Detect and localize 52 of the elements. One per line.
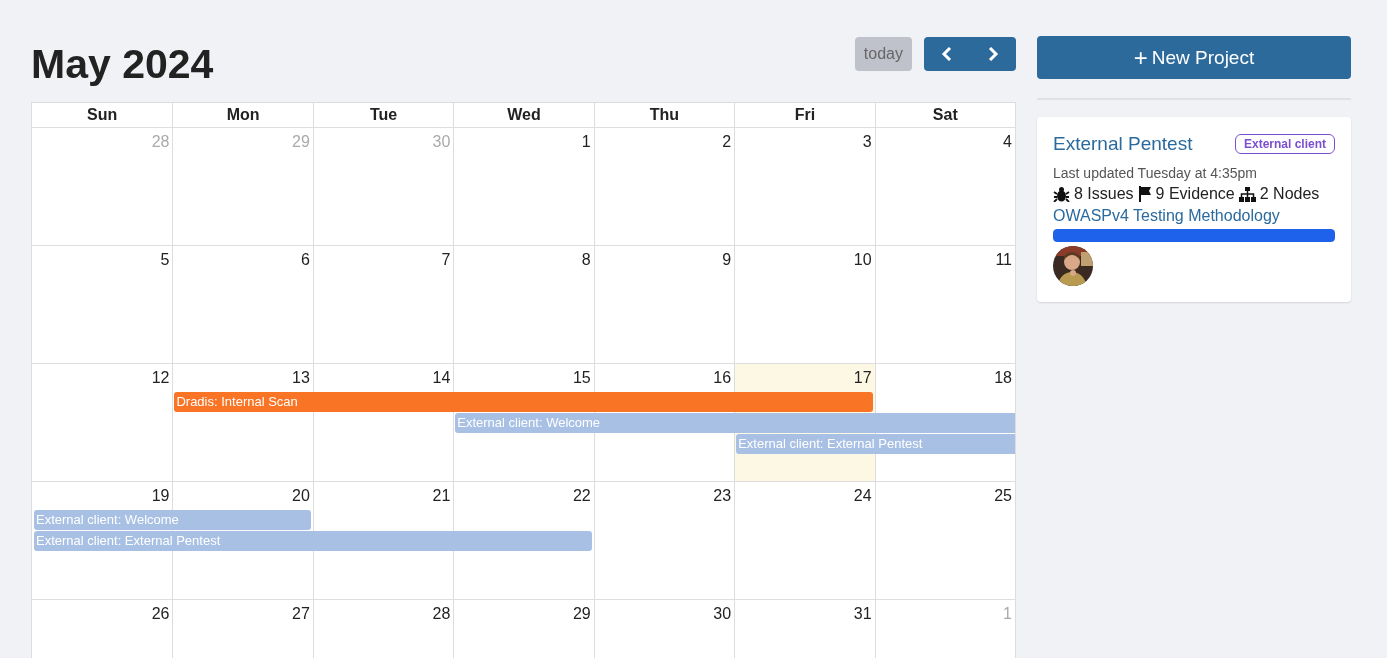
day-number[interactable]: 29 (572, 600, 594, 623)
day-number[interactable]: 7 (441, 246, 454, 269)
day-number[interactable]: 19 (151, 482, 173, 505)
day-number[interactable]: 24 (853, 482, 875, 505)
client-tag: External client (1234, 134, 1335, 154)
day-number[interactable]: 17 (853, 364, 875, 387)
evidence-count: 9 Evidence (1155, 185, 1235, 203)
weekday-header: Thu (593, 103, 735, 127)
day-number[interactable]: 18 (994, 364, 1015, 387)
day-number[interactable]: 16 (713, 364, 735, 387)
issues-count: 8 Issues (1074, 185, 1134, 203)
flag-icon (1137, 186, 1152, 202)
weekday-header: Sat (874, 103, 1015, 127)
day-number[interactable]: 30 (713, 600, 735, 623)
day-number[interactable]: 14 (432, 364, 454, 387)
nodes-count: 2 Nodes (1259, 185, 1320, 203)
project-link[interactable]: External Pentest (1053, 133, 1193, 155)
day-number[interactable]: 15 (572, 364, 594, 387)
bug-icon (1053, 186, 1070, 202)
day-number[interactable]: 20 (292, 482, 313, 505)
day-number[interactable]: 22 (572, 482, 594, 505)
weekday-header: Fri (734, 103, 875, 127)
day-number[interactable]: 5 (160, 246, 173, 269)
day-number[interactable]: 3 (862, 128, 875, 151)
day-number[interactable]: 2 (722, 128, 735, 151)
weekday-header: Sun (86, 105, 119, 125)
weekday-header: Mon (172, 103, 313, 127)
day-number[interactable]: 27 (292, 600, 313, 623)
day-number[interactable]: 11 (995, 246, 1015, 269)
day-number[interactable]: 10 (853, 246, 875, 269)
chevron-right-icon (987, 47, 999, 61)
day-number[interactable]: 23 (713, 482, 735, 505)
sitemap-icon (1238, 186, 1256, 202)
day-number[interactable]: 21 (432, 482, 454, 505)
weekday-header: Wed (453, 103, 594, 127)
chevron-left-icon (941, 47, 953, 61)
day-number[interactable]: 6 (300, 246, 313, 269)
month-title: May 2024 (31, 39, 215, 88)
day-number[interactable]: 12 (151, 364, 173, 387)
day-number[interactable]: 28 (432, 600, 454, 623)
day-number[interactable]: 31 (853, 600, 875, 623)
day-number[interactable]: 9 (722, 246, 735, 269)
methodology-link[interactable]: OWASPv4 Testing Methodology (1053, 207, 1335, 225)
day-number[interactable]: 26 (151, 600, 173, 623)
weekday-header: Tue (312, 103, 454, 127)
day-number[interactable]: 13 (292, 364, 313, 387)
new-project-button[interactable]: + New Project (1037, 36, 1351, 79)
day-number[interactable]: 8 (581, 246, 594, 269)
day-number[interactable]: 25 (994, 482, 1015, 505)
day-number[interactable]: 1 (581, 128, 594, 151)
day-number[interactable]: 4 (1003, 128, 1015, 151)
last-updated-text: Last updated Tuesday at 4:35pm (1053, 165, 1258, 181)
